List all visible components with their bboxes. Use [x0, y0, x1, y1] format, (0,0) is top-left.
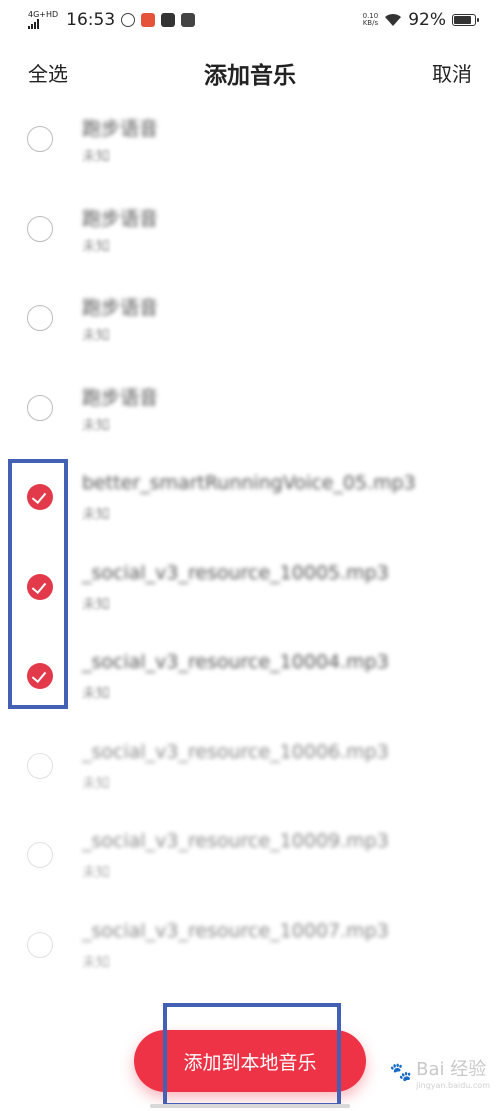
item-subtitle: 未知	[82, 954, 110, 971]
item-subtitle: 未知	[82, 417, 110, 434]
item-title: _social_v3_resource_10009.mp3	[82, 830, 389, 852]
music-list-item[interactable]: 跑步语音 未知	[0, 96, 500, 186]
watermark-sub: jingyan.baidu.com	[416, 1081, 490, 1090]
item-title: _social_v3_resource_10004.mp3	[82, 651, 389, 673]
unchecked-radio-icon[interactable]	[27, 394, 53, 421]
network-speed: 0.10 KB/s	[363, 13, 379, 27]
item-title: 跑步语音	[82, 386, 159, 409]
music-list-item[interactable]: 跑步语音 未知	[0, 275, 500, 365]
notification-app-icon	[121, 13, 136, 27]
unchecked-radio-icon[interactable]	[27, 752, 53, 779]
watermark-title: Bai 经验	[416, 1059, 487, 1080]
page-title: 添加音乐	[204, 63, 296, 89]
item-title: _social_v3_resource_10007.mp3	[82, 919, 389, 942]
watermark-text: Bai 经验 jingyan.baidu.com	[416, 1055, 490, 1090]
music-list-item[interactable]: _social_v3_resource_10005.mp3 未知	[0, 544, 500, 634]
unchecked-radio-icon[interactable]	[27, 931, 53, 958]
status-bar: 4G+HD 16:53 0.10 KB/s 92%	[0, 0, 500, 40]
item-title: _social_v3_resource_10005.mp3	[82, 561, 389, 584]
unchecked-radio-icon[interactable]	[27, 305, 53, 331]
battery-percent: 92%	[408, 10, 446, 30]
item-title: 跑步语音	[82, 207, 159, 230]
home-indicator[interactable]	[150, 1104, 350, 1108]
unchecked-radio-icon[interactable]	[27, 842, 53, 868]
signal-icon	[28, 19, 39, 29]
music-list-item[interactable]: 跑步语音 未知	[0, 186, 500, 276]
item-title: 跑步语音	[82, 118, 159, 140]
item-title: 跑步语音	[82, 297, 159, 319]
music-list-item[interactable]: _social_v3_resource_10006.mp3 未知	[0, 723, 500, 813]
wifi-icon	[385, 13, 402, 26]
unchecked-radio-icon[interactable]	[27, 126, 53, 152]
play-icon	[181, 13, 196, 27]
item-subtitle: 未知	[82, 238, 110, 255]
item-subtitle: 未知	[82, 596, 110, 613]
header: 全选 添加音乐 取消	[0, 48, 500, 96]
item-subtitle: 未知	[82, 865, 110, 881]
item-subtitle: 未知	[82, 328, 110, 344]
paw-logo-icon: 🐾	[389, 1062, 413, 1083]
speed-unit: KB/s	[362, 19, 379, 27]
item-title: _social_v3_resource_10006.mp3	[82, 740, 389, 763]
music-list-item[interactable]: 跑步语音 未知	[0, 365, 500, 455]
music-list: 跑步语音 未知 跑步语音 未知 跑步语音 未知 跑步语音 未知 better_smartRunn…	[0, 96, 500, 991]
watermark: 🐾 Bai 经验 jingyan.baidu.com	[390, 1055, 490, 1090]
music-list-item[interactable]: better_smartRunningVoice_05.mp3 未知	[0, 454, 500, 544]
music-list-item[interactable]: _social_v3_resource_10009.mp3 未知	[0, 812, 500, 902]
mail-icon	[161, 13, 176, 27]
music-list-item[interactable]: _social_v3_resource_10007.mp3 未知	[0, 902, 500, 992]
item-subtitle: 未知	[82, 149, 110, 165]
cancel-button[interactable]: 取消	[432, 58, 472, 87]
network-label: 4G+HD	[28, 10, 59, 19]
battery-icon	[452, 14, 479, 26]
item-subtitle: 未知	[82, 775, 110, 792]
annotation-box-checked-items	[8, 459, 68, 709]
annotation-box-add-button	[163, 1003, 341, 1107]
item-subtitle: 未知	[82, 507, 110, 523]
status-left: 4G+HD 16:53	[28, 10, 196, 30]
item-title: better_smartRunningVoice_05.mp3	[82, 472, 416, 494]
item-subtitle: 未知	[82, 686, 110, 702]
music-list-item[interactable]: _social_v3_resource_10004.mp3 未知	[0, 633, 500, 723]
clock: 16:53	[66, 10, 116, 30]
network-indicator: 4G+HD	[28, 11, 58, 29]
notification-app-icon-2	[141, 13, 156, 27]
unchecked-radio-icon[interactable]	[27, 215, 53, 242]
status-right: 0.10 KB/s 92%	[363, 10, 479, 30]
